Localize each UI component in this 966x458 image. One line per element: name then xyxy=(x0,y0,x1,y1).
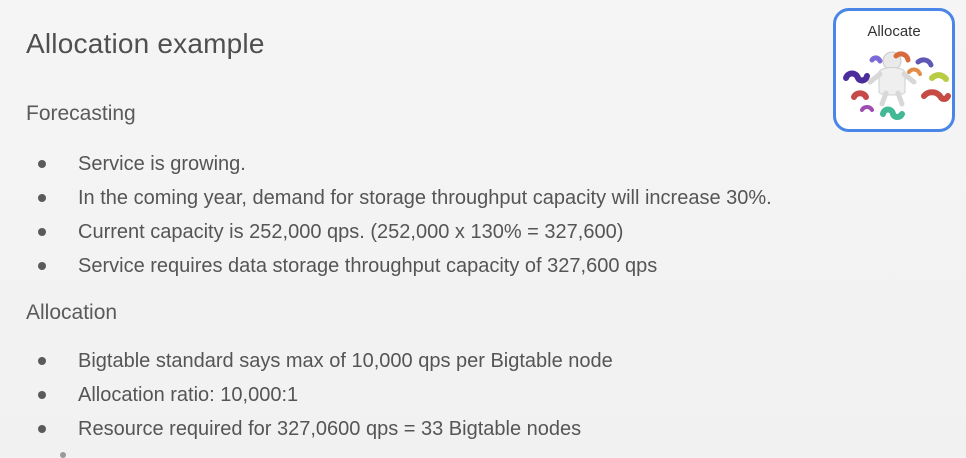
partial-bullet-dot xyxy=(60,452,66,458)
badge-title: Allocate xyxy=(867,23,921,40)
slide-title: Allocation example xyxy=(26,28,265,59)
section-heading-allocation: Allocation xyxy=(26,301,118,324)
bullet-dot xyxy=(38,391,46,399)
bullet-dot xyxy=(38,425,46,433)
bullet-text: Resource required for 327,0600 qps = 33 … xyxy=(78,418,582,440)
person-with-puzzle-pieces-icon xyxy=(843,51,951,120)
bullet-dot xyxy=(38,262,46,270)
allocate-badge: Allocate xyxy=(833,8,955,132)
bullet-dot xyxy=(38,194,46,202)
bullet-text: Bigtable standard says max of 10,000 qps… xyxy=(78,350,613,372)
bullet-text: Current capacity is 252,000 qps. (252,00… xyxy=(78,221,624,243)
bullet-text: Allocation ratio: 10,000:1 xyxy=(78,384,299,406)
section-heading-forecasting: Forecasting xyxy=(26,102,136,125)
bullet-dot xyxy=(38,357,46,365)
bullet-dot xyxy=(38,160,46,168)
bullet-text: In the coming year, demand for storage t… xyxy=(78,187,772,209)
bullet-dot xyxy=(38,228,46,236)
bullet-text: Service is growing. xyxy=(78,153,246,175)
bullet-text: Service requires data storage throughput… xyxy=(78,255,658,277)
slide: Allocation example Forecasting Service i… xyxy=(0,0,966,458)
